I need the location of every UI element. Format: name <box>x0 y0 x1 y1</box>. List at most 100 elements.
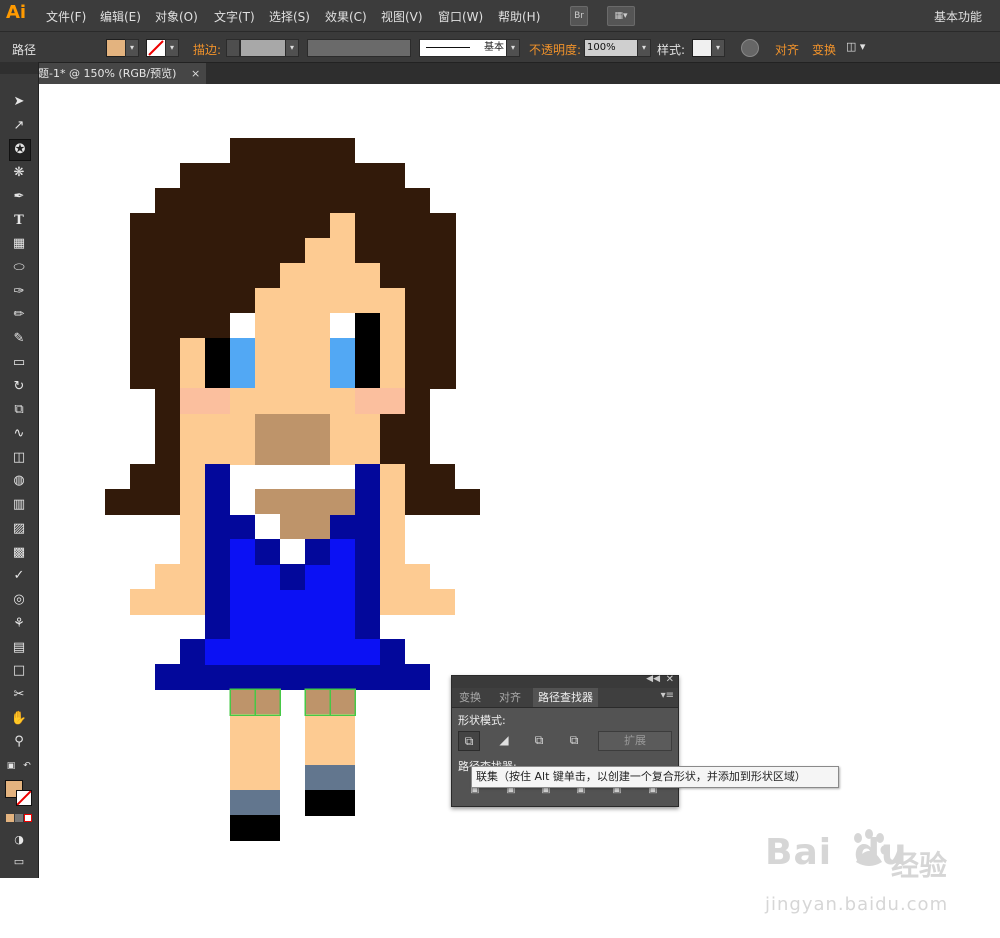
right-eye[interactable] <box>330 313 380 388</box>
tab-pathfinder[interactable]: 路径查找器 <box>533 688 598 707</box>
menu-file[interactable]: 文件(F) <box>46 8 86 25</box>
paintbrush-tool-icon[interactable]: ✑ <box>9 282 29 302</box>
pen-tool-icon[interactable]: ✒ <box>9 187 29 207</box>
symbol-sprayer-tool-icon[interactable]: ⚘ <box>9 614 29 634</box>
legs-shape[interactable] <box>230 689 355 841</box>
menu-type[interactable]: 文字(T) <box>214 8 255 25</box>
opacity-label[interactable]: 不透明度: <box>529 41 581 58</box>
gradient-mode-icon[interactable] <box>15 814 23 822</box>
neck-lower-shape[interactable] <box>280 514 330 540</box>
style-dropdown-icon[interactable]: ▾ <box>711 39 725 57</box>
selection-tool-icon[interactable]: ➤ <box>9 92 29 112</box>
column-graph-tool-icon[interactable]: ▤ <box>9 638 29 658</box>
document-tab-title: 题-1* @ 150% (RGB/预览) <box>38 67 177 80</box>
magic-wand-tool-icon[interactable]: ✪ <box>9 139 31 161</box>
perspective-grid-tool-icon[interactable]: ▥ <box>9 495 29 515</box>
collapse-panel-icon[interactable]: ◀◀ <box>646 674 660 684</box>
artboard-canvas[interactable] <box>39 84 1000 938</box>
expand-button[interactable]: 扩展 <box>598 731 672 751</box>
close-tab-icon[interactable]: × <box>191 63 200 84</box>
collar-inner-left[interactable] <box>255 514 280 540</box>
menu-edit[interactable]: 编辑(E) <box>100 8 141 25</box>
watermark-url: jingyan.baidu.com <box>765 894 949 915</box>
tab-transform[interactable]: 变换 <box>454 688 486 707</box>
close-panel-icon[interactable]: ✕ <box>666 674 674 685</box>
bridge-button[interactable]: Br <box>570 6 588 26</box>
artboard-tool-icon[interactable]: □ <box>9 661 29 681</box>
transform-options-icon[interactable]: ◫ ▾ <box>846 40 865 53</box>
tools-panel-grip[interactable] <box>0 62 38 74</box>
menu-view[interactable]: 视图(V) <box>381 8 423 25</box>
align-link[interactable]: 对齐 <box>775 41 799 58</box>
stroke-color-swatch[interactable] <box>16 790 32 806</box>
stroke-weight-stepper[interactable] <box>226 39 240 57</box>
blob-brush-tool-icon[interactable]: ✎ <box>9 329 29 349</box>
draw-mode-icon[interactable]: ◑ <box>9 830 29 850</box>
grid-tool-icon[interactable]: ▦ <box>9 234 29 254</box>
workspace-switcher[interactable]: 基本功能 <box>934 8 982 25</box>
shape-builder-tool-icon[interactable]: ◍ <box>9 471 29 491</box>
fill-dropdown-icon[interactable]: ▾ <box>125 39 139 57</box>
panel-title-bar[interactable]: ◀◀ ✕ <box>452 674 678 688</box>
shape-modes-label: 形状模式: <box>458 714 506 727</box>
recolor-artwork-icon[interactable] <box>741 39 759 57</box>
tab-align[interactable]: 对齐 <box>494 688 526 707</box>
brush-dropdown-icon[interactable]: ▾ <box>506 39 520 57</box>
gradient-tool-icon[interactable]: ▩ <box>9 543 29 563</box>
lasso-tool-icon[interactable]: ❋ <box>9 163 29 183</box>
document-tab[interactable]: 题-1* @ 150% (RGB/预览) × <box>38 63 206 84</box>
eyedropper-tool-icon[interactable]: ✓ <box>9 566 29 586</box>
ellipse-tool-icon[interactable]: ⬭ <box>9 258 29 278</box>
menu-select[interactable]: 选择(S) <box>269 8 310 25</box>
menu-object[interactable]: 对象(O) <box>155 8 198 25</box>
menu-effect[interactable]: 效果(C) <box>325 8 367 25</box>
type-tool-icon[interactable]: T <box>9 211 29 231</box>
intersect-button[interactable]: ⧉ <box>529 731 549 749</box>
stroke-dropdown-icon[interactable]: ▾ <box>165 39 179 57</box>
stroke-label[interactable]: 描边: <box>193 41 221 58</box>
scale-tool-icon[interactable]: ⧉ <box>9 400 29 420</box>
object-type-label: 路径 <box>12 43 37 57</box>
right-cheek[interactable] <box>355 388 405 414</box>
free-transform-tool-icon[interactable]: ◫ <box>9 448 29 468</box>
menu-help[interactable]: 帮助(H) <box>498 8 540 25</box>
default-colors-icon[interactable]: ▣ <box>4 756 18 776</box>
stroke-weight-dropdown-icon[interactable]: ▾ <box>285 39 299 57</box>
stroke-weight-input[interactable] <box>240 39 286 57</box>
zoom-tool-icon[interactable]: ⚲ <box>9 732 29 752</box>
opacity-input[interactable]: 100% <box>584 39 638 57</box>
minus-front-button[interactable]: ◢ <box>494 731 514 749</box>
variable-width-profile[interactable] <box>307 39 411 57</box>
rotate-tool-icon[interactable]: ↻ <box>9 377 29 397</box>
mouth-shape[interactable] <box>255 414 330 465</box>
blend-tool-icon[interactable]: ◎ <box>9 590 29 610</box>
none-mode-icon[interactable] <box>24 814 32 822</box>
stroke-none-swatch[interactable] <box>146 39 166 57</box>
arrange-documents-button[interactable]: ▦▾ <box>607 6 635 26</box>
fill-swatch[interactable] <box>106 39 126 57</box>
exclude-button[interactable]: ⧉ <box>564 731 584 749</box>
panel-menu-icon[interactable]: ▾≡ <box>661 690 674 701</box>
direct-selection-tool-icon[interactable]: ↗ <box>9 116 29 136</box>
unite-button[interactable]: ⧉ <box>458 731 480 751</box>
transform-link[interactable]: 变换 <box>812 41 836 58</box>
brush-definition[interactable]: 基本 <box>419 39 507 57</box>
pencil-tool-icon[interactable]: ✏ <box>9 305 29 325</box>
screen-mode-icon[interactable]: ▭ <box>9 852 29 872</box>
left-cheek[interactable] <box>180 388 230 414</box>
warp-tool-icon[interactable]: ∿ <box>9 424 29 444</box>
color-mode-icon[interactable] <box>6 814 14 822</box>
swap-colors-icon[interactable]: ↶ <box>20 756 34 776</box>
none-slash-icon <box>148 40 164 56</box>
eraser-tool-icon[interactable]: ▭ <box>9 353 29 373</box>
graphic-style-swatch[interactable] <box>692 39 712 57</box>
collar-left[interactable] <box>230 489 255 515</box>
neck-shape[interactable] <box>255 489 355 515</box>
menu-window[interactable]: 窗口(W) <box>438 8 483 25</box>
pixel-character-artwork[interactable] <box>39 84 1000 938</box>
hand-tool-icon[interactable]: ✋ <box>9 709 29 729</box>
mesh-tool-icon[interactable]: ▨ <box>9 519 29 539</box>
panel-tabs: 变换 对齐 路径查找器 ▾≡ <box>452 688 678 708</box>
slice-tool-icon[interactable]: ✂ <box>9 685 29 705</box>
opacity-dropdown-icon[interactable]: ▾ <box>637 39 651 57</box>
